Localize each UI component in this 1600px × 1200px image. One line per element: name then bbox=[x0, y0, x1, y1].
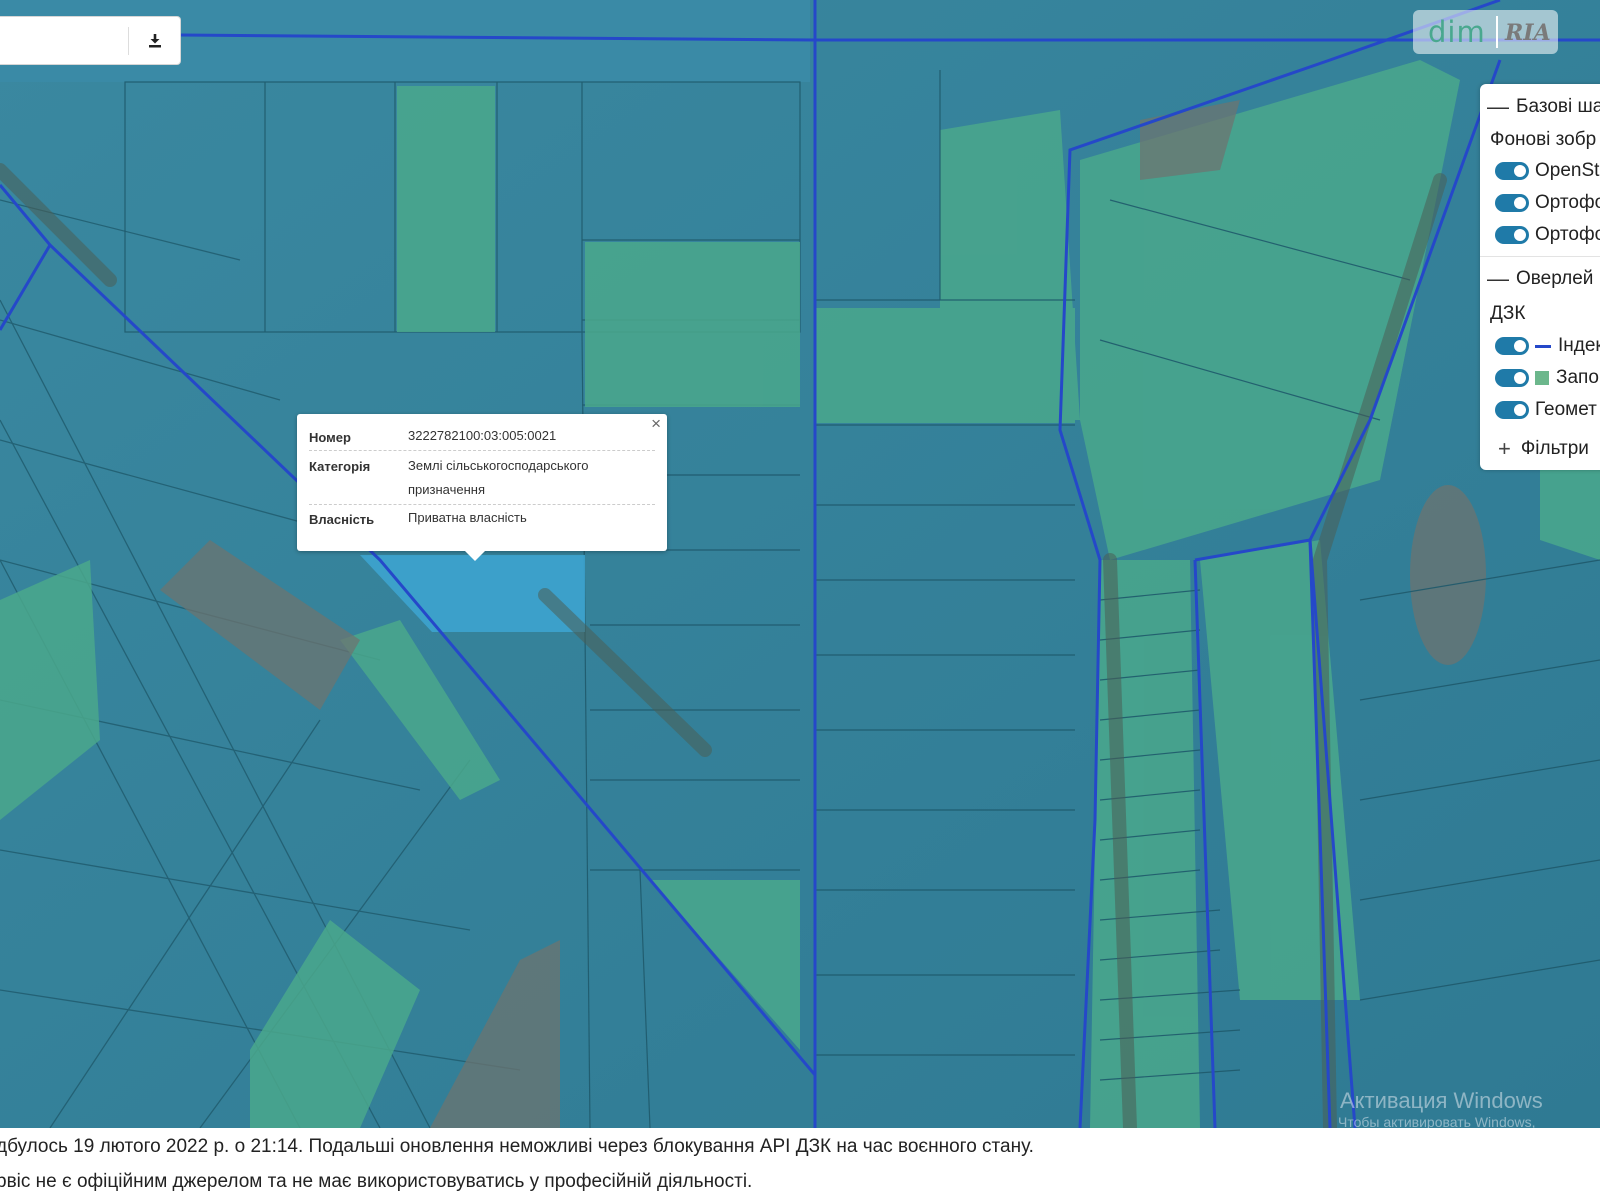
toggle-switch[interactable] bbox=[1495, 194, 1529, 212]
layer-item-orthophoto-2[interactable]: Ортофо bbox=[1480, 220, 1600, 250]
layer-label: Індек bbox=[1558, 335, 1600, 356]
toggle-switch[interactable] bbox=[1495, 369, 1529, 387]
logo-ria-text: RIA bbox=[1505, 20, 1551, 46]
layer-label: Запо bbox=[1556, 367, 1599, 388]
line-legend-icon bbox=[1535, 344, 1551, 348]
overlay-layers-title: Оверлей bbox=[1516, 268, 1594, 289]
popup-value-number: 3222782100:03:005:0021 bbox=[408, 428, 557, 443]
fill-legend-icon bbox=[1535, 371, 1549, 385]
logo-divider bbox=[1496, 16, 1498, 48]
row-divider bbox=[309, 504, 655, 505]
popup-label-number: Номер bbox=[309, 430, 351, 445]
layer-label: Геомет bbox=[1535, 399, 1597, 420]
layer-item-orthophoto-1[interactable]: Ортофо bbox=[1480, 188, 1600, 218]
windows-activation-watermark: Активация Windows bbox=[1340, 1088, 1543, 1113]
layers-panel: — Базові ша Фонові зобр OpenSt Ортофо Ор… bbox=[1480, 84, 1600, 470]
close-icon[interactable]: × bbox=[651, 414, 661, 434]
popup-value-category: Землі сільськогосподарського призначення bbox=[408, 458, 589, 497]
collapse-icon[interactable]: — bbox=[1480, 266, 1516, 292]
layer-item-openstreetmap[interactable]: OpenSt bbox=[1480, 156, 1599, 186]
popup-label-ownership: Власність bbox=[309, 512, 375, 527]
popup-value-ownership: Приватна власність bbox=[408, 510, 527, 525]
filters-label: Фільтри bbox=[1520, 438, 1589, 459]
plus-icon: + bbox=[1498, 436, 1511, 461]
parcel-info-popup: × Номер 3222782100:03:005:0021 Категорія… bbox=[297, 414, 667, 561]
search-input[interactable] bbox=[0, 17, 126, 64]
toggle-switch[interactable] bbox=[1495, 401, 1529, 419]
layer-item-index-map[interactable]: Індек bbox=[1480, 331, 1600, 361]
layer-item-parcels[interactable]: Запо bbox=[1480, 363, 1599, 393]
disclaimer-notice: рвіс не є офіційним джерелом та не має в… bbox=[0, 1171, 753, 1192]
notice-api-text: API ДЗК bbox=[759, 1136, 832, 1157]
download-button[interactable] bbox=[129, 17, 181, 64]
layer-label: Ортофо bbox=[1535, 224, 1600, 245]
windows-activation-subtext: Чтобы активировать Windows, bbox=[1338, 1114, 1536, 1128]
overlay-layers-header[interactable]: — Оверлей bbox=[1480, 264, 1593, 294]
toggle-switch[interactable] bbox=[1495, 226, 1529, 244]
toggle-switch[interactable] bbox=[1495, 337, 1529, 355]
map-canvas[interactable]: dim RIA — Базові ша Фонові зобр OpenSt О… bbox=[0, 0, 1600, 1128]
layer-item-geometry[interactable]: Геомет bbox=[1480, 395, 1597, 425]
base-layers-header[interactable]: — Базові ша bbox=[1480, 92, 1600, 122]
cadastral-map bbox=[0, 0, 1600, 1128]
dzk-group-label: ДЗК bbox=[1490, 303, 1526, 324]
logo-dim-text: dim bbox=[1428, 15, 1486, 49]
row-divider bbox=[309, 450, 655, 451]
search-box bbox=[0, 16, 181, 65]
layer-label: OpenSt bbox=[1535, 160, 1600, 181]
toggle-switch[interactable] bbox=[1495, 162, 1529, 180]
notice-text: дбулось 19 лютого 2022 р. о 21:14. Подал… bbox=[0, 1136, 760, 1157]
base-layers-title: Базові ша bbox=[1516, 96, 1600, 117]
layer-label: Ортофо bbox=[1535, 192, 1600, 213]
notice-text-end: на час воєнного стану. bbox=[831, 1136, 1034, 1157]
filters-toggle[interactable]: + Фільтри bbox=[1480, 434, 1589, 464]
dimria-logo[interactable]: dim RIA bbox=[1413, 10, 1558, 54]
collapse-icon[interactable]: — bbox=[1480, 94, 1516, 120]
panel-divider bbox=[1480, 256, 1600, 257]
download-icon bbox=[149, 33, 161, 47]
update-notice: дбулось 19 лютого 2022 р. о 21:14. Подал… bbox=[0, 1136, 1034, 1158]
background-group-label: Фонові зобр bbox=[1490, 129, 1597, 150]
popup-label-category: Категорія bbox=[309, 459, 371, 474]
